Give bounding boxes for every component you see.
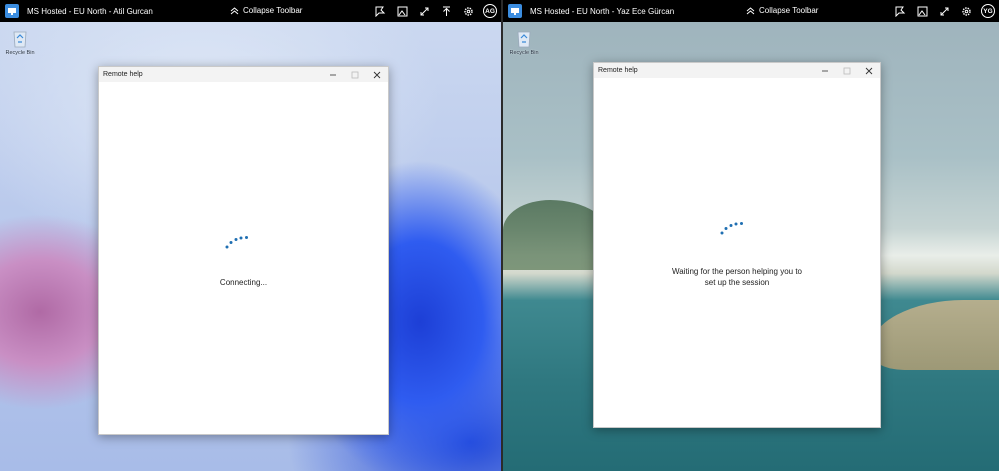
connection-status: Connecting... xyxy=(99,277,388,288)
maximize-button[interactable] xyxy=(836,63,858,78)
close-icon xyxy=(373,71,381,78)
annotate-icon[interactable] xyxy=(373,4,387,18)
expand-icon[interactable] xyxy=(937,4,951,18)
image-icon[interactable] xyxy=(915,4,929,18)
connection-status: Waiting for the person helping you to se… xyxy=(594,266,880,288)
chevron-up-icon xyxy=(230,6,239,14)
loading-spinner-icon xyxy=(720,222,743,235)
collapse-toolbar-label: Collapse Toolbar xyxy=(759,6,819,15)
remote-help-window: Remote help Waiting for the person helpi… xyxy=(593,62,881,428)
minimize-button[interactable] xyxy=(814,63,836,78)
collapse-toolbar-button[interactable]: Collapse Toolbar xyxy=(746,6,818,15)
remote-help-window: Remote help Connecting... xyxy=(98,66,389,435)
recycle-bin-label: Recycle Bin xyxy=(5,50,35,56)
recycle-bin-icon xyxy=(515,28,533,48)
window-title: Remote help xyxy=(598,67,638,74)
close-button[interactable] xyxy=(366,67,388,82)
window-titlebar[interactable]: Remote help xyxy=(99,67,388,82)
left-remote-session: MS Hosted - EU North - Atil Gurcan Colla… xyxy=(0,0,501,471)
host-session-title: MS Hosted - EU North - Atil Gurcan xyxy=(27,6,153,16)
recycle-bin-label: Recycle Bin xyxy=(509,50,539,56)
minimize-icon xyxy=(330,74,336,75)
status-line-1: Connecting... xyxy=(219,278,268,287)
annotate-icon[interactable] xyxy=(893,4,907,18)
minimize-button[interactable] xyxy=(322,67,344,82)
close-button[interactable] xyxy=(858,63,880,78)
recycle-bin-icon xyxy=(11,28,29,48)
host-toolbar: MS Hosted - EU North - Yaz Ece Gürcan Co… xyxy=(503,0,999,22)
window-titlebar[interactable]: Remote help xyxy=(594,63,880,78)
maximize-icon xyxy=(351,71,359,78)
maximize-icon xyxy=(843,67,851,74)
status-line-2: set up the session xyxy=(704,278,770,287)
user-avatar[interactable]: YG xyxy=(981,4,995,18)
recycle-bin-desktop-icon[interactable]: Recycle Bin xyxy=(0,28,40,56)
recycle-bin-desktop-icon[interactable]: Recycle Bin xyxy=(504,28,544,56)
user-avatar[interactable]: AG xyxy=(483,4,497,18)
maximize-button[interactable] xyxy=(344,67,366,82)
minimize-icon xyxy=(822,70,828,71)
cloud-pc-logo-icon xyxy=(508,4,522,18)
settings-icon[interactable] xyxy=(461,4,475,18)
host-toolbar: MS Hosted - EU North - Atil Gurcan Colla… xyxy=(0,0,501,22)
image-icon[interactable] xyxy=(395,4,409,18)
collapse-toolbar-button[interactable]: Collapse Toolbar xyxy=(230,6,302,15)
chevron-up-icon xyxy=(746,6,755,14)
host-session-title: MS Hosted - EU North - Yaz Ece Gürcan xyxy=(530,6,675,16)
expand-icon[interactable] xyxy=(417,4,431,18)
loading-spinner-icon xyxy=(225,236,248,249)
status-line-1: Waiting for the person helping you to xyxy=(671,267,802,276)
right-remote-session: MS Hosted - EU North - Yaz Ece Gürcan Co… xyxy=(503,0,999,471)
upload-icon[interactable] xyxy=(439,4,453,18)
collapse-toolbar-label: Collapse Toolbar xyxy=(243,6,303,15)
settings-icon[interactable] xyxy=(959,4,973,18)
window-title: Remote help xyxy=(103,71,143,78)
cloud-pc-logo-icon xyxy=(5,4,19,18)
close-icon xyxy=(865,67,873,74)
